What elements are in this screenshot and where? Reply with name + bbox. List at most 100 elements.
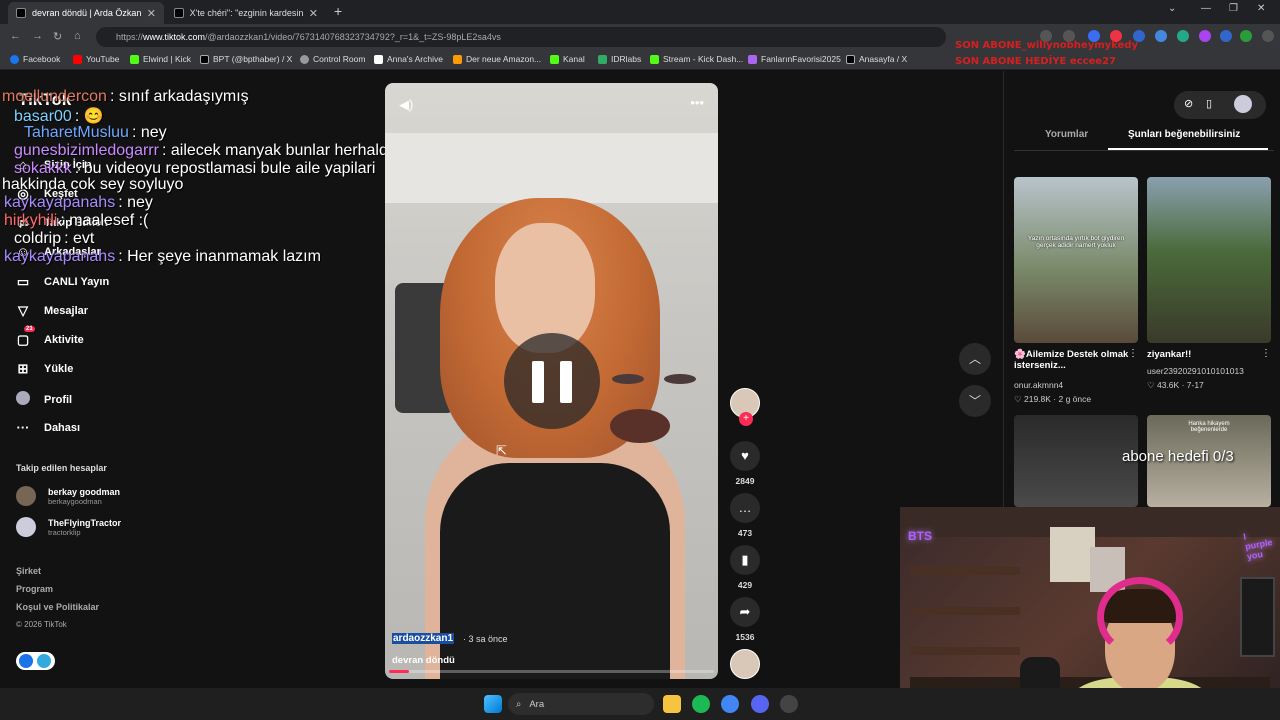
video-author[interactable]: ardaozzkan1	[392, 633, 455, 644]
video-player[interactable]: ◀) ••• ardaozzkan1 · 3 sa önce devran dö…	[385, 83, 718, 679]
maximize-icon[interactable]: ❐	[1229, 3, 1238, 14]
chat-message: kaykayapanahs: ney	[4, 194, 153, 211]
bookmark-elwind[interactable]: Elwind | Kick	[130, 54, 191, 64]
following-account[interactable]: TheFlyingTractor tractorklip	[16, 517, 121, 537]
chevron-down-icon[interactable]: ﹀	[959, 385, 991, 417]
more-vertical-icon[interactable]: ⋮	[1128, 348, 1138, 359]
recommended-video-user[interactable]: onur.akmnn4	[1014, 380, 1063, 390]
sidebar-item-more[interactable]: ··· Dahası	[16, 420, 81, 435]
url-input[interactable]: https://www.tiktok.com/@ardaozzkan1/vide…	[96, 27, 946, 47]
menu-kebab-icon[interactable]	[1262, 30, 1274, 42]
chevron-up-icon[interactable]: ︿	[959, 343, 991, 375]
extension-icon[interactable]	[1177, 30, 1189, 42]
windows-start-icon[interactable]	[484, 695, 502, 713]
lips-sticker	[610, 409, 670, 443]
sidebar-item-messages[interactable]: ▽ Mesajlar	[16, 303, 88, 319]
bookmark-fanlar[interactable]: FanlarınFavorisi2025	[748, 54, 841, 64]
footer-link-company[interactable]: Şirket	[16, 566, 41, 576]
kick-icon	[130, 54, 139, 64]
volume-icon[interactable]: ◀)	[399, 97, 413, 113]
bookmark-amazon[interactable]: Der neue Amazon...	[453, 54, 541, 64]
more-dots-icon: ···	[16, 420, 30, 435]
windows-taskbar: ⌕ Ara	[0, 688, 1280, 720]
avatar	[16, 517, 36, 537]
discord-icon[interactable]	[751, 695, 769, 713]
bookmark-facebook[interactable]: Facebook	[10, 54, 60, 64]
sidebar-item-activity[interactable]: ▢ 21 Aktivite	[16, 326, 84, 348]
bookmark-bpt[interactable]: BPT (@bpthaber) / X	[200, 54, 292, 64]
bookmark-kick-dashboard[interactable]: Stream - Kick Dash...	[650, 54, 743, 64]
get-app-button[interactable]	[16, 652, 55, 670]
tab-search-chevron-icon[interactable]: ⌄	[1168, 3, 1176, 14]
minimize-icon[interactable]: —	[1201, 3, 1211, 14]
sidepanel-icon[interactable]	[1220, 30, 1232, 42]
bookmark-idrlabs[interactable]: IDRlabs	[598, 54, 641, 64]
avatar	[16, 391, 30, 408]
more-vertical-icon[interactable]: ⋮	[1261, 348, 1271, 359]
comment-icon[interactable]: …	[730, 493, 760, 523]
tab-tiktok[interactable]: devran döndü | Arda Özkan ✕	[8, 2, 164, 24]
video-caption: devran döndü	[392, 655, 455, 666]
following-accounts-title: Takip edilen hesaplar	[16, 463, 107, 473]
save-count: 429	[737, 580, 753, 590]
activity-icon: ▢ 21	[16, 326, 35, 347]
recommended-video-thumbnail[interactable]: Yazın ortasında yırtık bot giydiren gerç…	[1014, 177, 1138, 343]
like-heart-icon[interactable]: ♥	[730, 441, 760, 471]
bookmark-icon[interactable]: ▮	[730, 545, 760, 575]
tab-x[interactable]: X'te chéri": "ezginin kardesinin ig ✕	[166, 2, 326, 24]
close-icon[interactable]: ✕	[309, 7, 318, 20]
bookmark-control-room[interactable]: Control Room	[300, 54, 365, 64]
phone-icon[interactable]: ▯	[1206, 97, 1212, 110]
compass-icon[interactable]: ⊘	[1184, 97, 1193, 110]
avatar	[16, 486, 36, 506]
extension-icon[interactable]	[1199, 30, 1211, 42]
poster	[1050, 527, 1095, 582]
app-icon	[37, 654, 51, 668]
sidebar-item-live[interactable]: ▭ CANLI Yayın	[16, 274, 109, 290]
video-progress-bar[interactable]	[389, 670, 714, 673]
annas-archive-icon	[374, 54, 383, 64]
reload-icon[interactable]: ↻	[53, 30, 62, 43]
follow-plus-icon[interactable]: +	[739, 412, 753, 426]
url-path: /@ardaozzkan1/video/7673140768323734792?…	[205, 32, 501, 42]
close-window-icon[interactable]: ✕	[1257, 3, 1265, 14]
home-icon[interactable]: ⌂	[74, 30, 81, 42]
new-tab-plus-icon[interactable]: +	[334, 3, 342, 19]
more-dots-icon[interactable]: •••	[690, 95, 704, 110]
bookmark-youtube[interactable]: YouTube	[73, 54, 119, 64]
taskbar-search[interactable]: ⌕ Ara	[508, 693, 654, 715]
sidebar-item-upload[interactable]: ⊞ Yükle	[16, 361, 74, 377]
spotify-icon[interactable]	[692, 695, 710, 713]
share-arrow-icon[interactable]: ➦	[730, 597, 760, 627]
live-icon: ▭	[16, 274, 30, 289]
profile-avatar[interactable]	[1240, 30, 1252, 42]
chat-message: hakkinda cok sey soyluyo	[2, 176, 184, 193]
recommended-video-user[interactable]: user23920291010101013	[1147, 366, 1244, 376]
search-icon: ⌕	[516, 698, 522, 710]
music-disc-avatar[interactable]	[730, 649, 760, 679]
extension-puzzle-icon[interactable]	[1155, 30, 1167, 42]
video-time: · 3 sa önce	[463, 634, 508, 644]
pause-button[interactable]	[504, 333, 600, 429]
bookmark-annas-archive[interactable]: Anna's Archive	[374, 54, 443, 64]
chrome-icon[interactable]	[721, 695, 739, 713]
sidebar-item-profile[interactable]: Profil	[16, 391, 72, 408]
recommended-video-thumbnail[interactable]	[1014, 415, 1138, 507]
following-account[interactable]: berkay goodman berkaygoodman	[16, 486, 120, 506]
tab-comments[interactable]: Yorumlar	[1045, 129, 1088, 140]
footer-link-program[interactable]: Program	[16, 584, 53, 594]
close-icon[interactable]: ✕	[147, 7, 156, 20]
url-host: www.tiktok.com	[143, 32, 206, 42]
bookmark-anasayfa[interactable]: Anasayfa / X	[846, 54, 907, 64]
app-icon[interactable]	[780, 695, 798, 713]
forward-arrow-icon[interactable]: →	[32, 30, 43, 42]
footer-link-terms[interactable]: Koşul ve Politikalar	[16, 602, 99, 612]
file-explorer-icon[interactable]	[663, 695, 681, 713]
x-icon	[200, 54, 209, 64]
bookmark-kanal[interactable]: Kanal	[550, 54, 585, 64]
back-arrow-icon[interactable]: ←	[10, 30, 21, 42]
recommended-video-thumbnail[interactable]	[1147, 177, 1271, 343]
avatar[interactable]	[1234, 95, 1252, 113]
x-favicon-icon	[174, 8, 184, 18]
tab-you-may-like[interactable]: Şunları beğenebilirsiniz	[1128, 129, 1240, 140]
